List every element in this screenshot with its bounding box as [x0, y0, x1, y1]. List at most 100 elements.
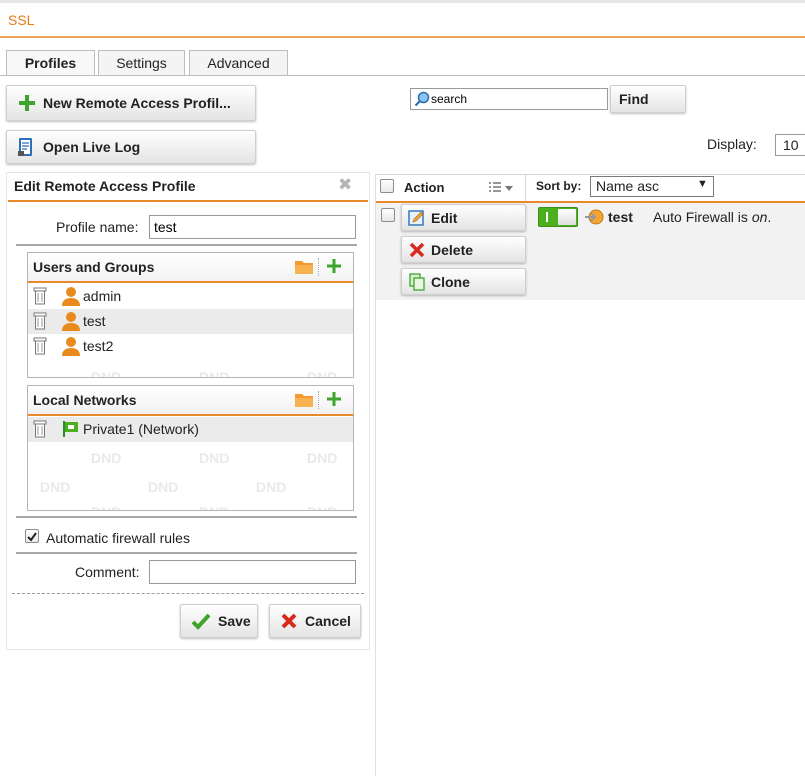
dnd-watermark: DND	[91, 450, 122, 466]
find-label: Find	[619, 91, 649, 107]
user-label: test	[83, 313, 106, 329]
trash-icon[interactable]	[33, 312, 47, 330]
tabs-divider	[0, 75, 805, 76]
edit-icon	[408, 209, 424, 226]
comment-input[interactable]	[149, 560, 356, 584]
dnd-watermark: DND	[256, 479, 287, 495]
trash-icon[interactable]	[33, 420, 47, 438]
clone-label: Clone	[431, 273, 470, 290]
list-item[interactable]: admin	[28, 284, 353, 309]
dnd-watermark: DND	[307, 369, 338, 378]
folder-icon[interactable]	[294, 392, 314, 408]
chevron-down-icon: ▼	[697, 178, 708, 190]
list-item[interactable]: test	[28, 309, 353, 334]
delete-button[interactable]: Delete	[401, 236, 526, 263]
select-all-checkbox[interactable]	[380, 179, 394, 193]
dnd-watermark: DND	[91, 504, 121, 510]
auto-firewall-label: Automatic firewall rules	[46, 530, 190, 546]
user-label: admin	[83, 288, 122, 304]
dnd-watermark: DND	[307, 450, 338, 466]
top-border	[0, 0, 805, 3]
divider	[16, 244, 357, 246]
network-icon	[63, 421, 78, 437]
user-icon	[62, 287, 80, 306]
search-field[interactable]	[410, 88, 608, 110]
local-networks-header: Local Networks	[28, 386, 353, 416]
edit-label: Edit	[431, 209, 458, 226]
local-networks-title: Local Networks	[33, 392, 137, 408]
user-icon	[62, 337, 80, 356]
checkmark-icon	[27, 532, 37, 542]
comment-label: Comment:	[75, 564, 140, 580]
dnd-watermark: DND	[199, 504, 229, 510]
dashed-divider	[12, 593, 364, 594]
find-button[interactable]: Find	[610, 85, 686, 113]
search-input[interactable]	[431, 91, 601, 107]
profile-name[interactable]: test	[608, 209, 633, 225]
local-networks-box: Local Networks Private1 (Network) DND DN…	[27, 385, 354, 511]
sort-by-label: Sort by:	[536, 179, 582, 193]
open-live-log-button[interactable]: Open Live Log	[6, 130, 256, 164]
add-icon[interactable]	[326, 391, 342, 407]
tab-profiles[interactable]: Profiles	[6, 50, 95, 76]
panel-title: Edit Remote Access Profile	[14, 178, 196, 194]
login-arrow-icon	[585, 209, 604, 225]
dnd-watermark: DND	[40, 479, 71, 495]
profile-name-input[interactable]	[149, 215, 356, 239]
clone-icon	[409, 272, 425, 291]
display-count-select[interactable]: 10	[775, 134, 805, 156]
delete-icon	[409, 242, 425, 257]
save-label: Save	[218, 613, 251, 629]
dnd-watermark: DND	[199, 369, 230, 378]
sort-value: Name asc	[596, 178, 660, 194]
clone-button[interactable]: Clone	[401, 268, 526, 295]
enable-toggle[interactable]	[538, 207, 578, 227]
plus-icon	[19, 95, 35, 111]
search-icon	[414, 91, 430, 107]
checkmark-icon	[191, 613, 211, 630]
firewall-status: Auto Firewall is on.	[653, 209, 771, 225]
folder-icon[interactable]	[294, 259, 314, 275]
user-label: test2	[83, 338, 114, 354]
users-groups-box: Users and Groups admin test test2 DND DN…	[27, 252, 354, 378]
tab-settings[interactable]: Settings	[98, 50, 185, 76]
auto-firewall-checkbox[interactable]	[25, 529, 39, 543]
new-remote-access-profile-button[interactable]: New Remote Access Profil...	[6, 85, 256, 121]
network-label: Private1 (Network)	[83, 421, 199, 437]
row-checkbox[interactable]	[381, 208, 395, 222]
title-divider	[0, 36, 805, 38]
sort-select[interactable]: Name asc ▼	[590, 176, 714, 197]
trash-icon[interactable]	[33, 337, 47, 355]
tab-advanced[interactable]: Advanced	[189, 50, 288, 76]
user-icon	[62, 312, 80, 331]
edit-button[interactable]: Edit	[401, 204, 526, 231]
firewall-status-value: on	[751, 209, 768, 225]
cancel-button[interactable]: Cancel	[269, 604, 361, 638]
divider	[16, 552, 357, 554]
dnd-watermark: DND	[148, 479, 179, 495]
cancel-icon	[281, 613, 297, 629]
trash-icon[interactable]	[33, 287, 47, 305]
open-live-log-label: Open Live Log	[43, 139, 141, 155]
toggle-knob	[558, 209, 576, 225]
app-title: SSL	[8, 12, 35, 28]
profile-name-label: Profile name:	[56, 219, 139, 235]
log-icon	[18, 138, 32, 156]
add-icon[interactable]	[326, 258, 342, 274]
divider	[16, 516, 357, 518]
users-groups-title: Users and Groups	[33, 259, 155, 275]
close-icon[interactable]: ✖	[338, 175, 352, 195]
firewall-status-suffix: .	[767, 209, 772, 225]
list-item[interactable]: test2	[28, 334, 353, 359]
list-item[interactable]: Private1 (Network)	[28, 417, 353, 442]
action-column-header: Action	[404, 180, 445, 195]
panel-divider	[8, 200, 368, 202]
firewall-status-prefix: Auto Firewall is	[653, 209, 752, 225]
users-groups-header: Users and Groups	[28, 253, 353, 283]
column-menu-icon[interactable]	[488, 181, 516, 195]
delete-label: Delete	[431, 241, 474, 258]
dnd-watermark: DND	[307, 504, 337, 510]
display-label: Display:	[707, 136, 757, 152]
save-button[interactable]: Save	[180, 604, 258, 638]
dnd-watermark: DND	[91, 369, 122, 378]
